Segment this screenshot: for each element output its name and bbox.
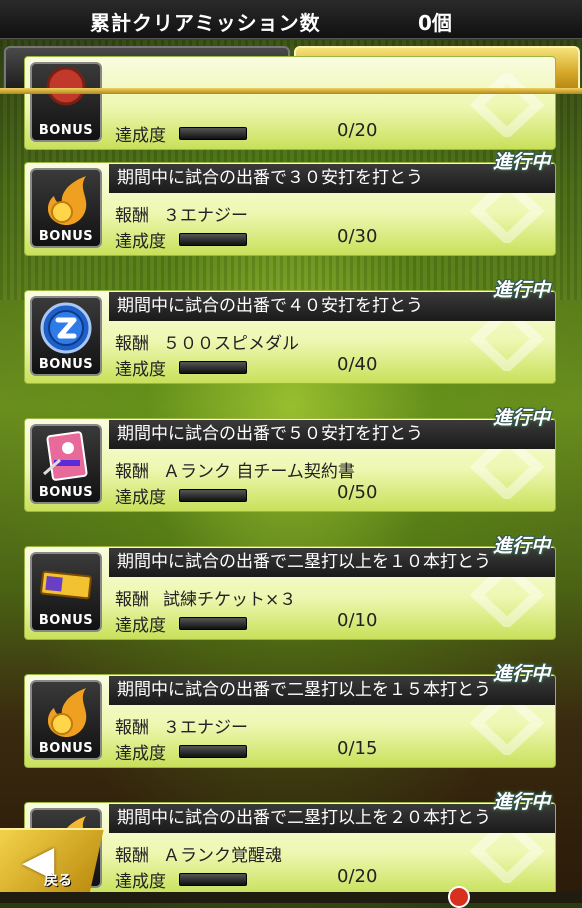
reward-value: ３エナジー: [163, 206, 248, 226]
mission-card[interactable]: 期間中に試合の出番で二塁打以上を２０本打とう 報酬 Ａランク覚醒魂 達成度 0/2…: [24, 791, 556, 896]
reward-text: 報酬 Ａランク 自チーム契約書: [115, 457, 355, 482]
progress-bar: [179, 361, 247, 374]
reward-text: 報酬 ３エナジー: [115, 201, 248, 226]
flame-energy-icon: [47, 688, 87, 738]
red-medal-icon: [46, 68, 86, 106]
mission-title: 期間中に試合の出番で３０安打を打とう: [109, 164, 555, 193]
total-cleared-label: 累計クリアミッション数: [90, 11, 321, 35]
total-cleared-value: 0個: [418, 11, 452, 35]
reward-value: ５００スピメダル: [163, 334, 299, 354]
reward-value: Ａランク 自チーム契約書: [163, 462, 355, 482]
reward-text: 報酬 ３エナジー: [115, 713, 248, 738]
progress-label: 達成度: [115, 616, 166, 636]
back-button[interactable]: ◀ 戻る: [0, 828, 104, 894]
reward-value: 試練チケット×３: [163, 590, 297, 610]
card-body: 期間中に試合の出番で５０安打を打とう 報酬 Ａランク 自チーム契約書 達成度 0/…: [24, 418, 556, 512]
bonus-label: BONUS: [38, 485, 94, 500]
notification-dot-icon[interactable]: [448, 886, 470, 908]
progress-label: 達成度: [115, 126, 166, 146]
contract-card-icon: [43, 431, 88, 481]
reward-icon: BONUS: [30, 552, 102, 632]
bottom-menu-strip: [0, 892, 582, 903]
reward-icon: BONUS: [30, 168, 102, 248]
bonus-label: BONUS: [38, 741, 94, 756]
progress-count: 0/40: [337, 354, 378, 375]
reward-value: Ａランク覚醒魂: [163, 846, 282, 866]
reward-label: 報酬: [115, 718, 149, 738]
progress-label: 達成度: [115, 232, 166, 252]
status-badge: 進行中: [492, 791, 550, 813]
mission-title: 期間中に試合の出番で５０安打を打とう: [109, 420, 555, 449]
status-badge: 進行中: [492, 279, 550, 301]
bonus-label: BONUS: [38, 229, 94, 244]
card-body: 期間中に試合の出番で３０安打を打とう 報酬 ３エナジー 達成度 0/30: [24, 162, 556, 256]
progress-bar: [179, 745, 247, 758]
progress-bar: [179, 127, 247, 140]
reward-icon: BONUS: [30, 424, 102, 504]
mission-card[interactable]: 期間中に試合の出番で二塁打以上を１０本打とう 報酬 試練チケット×３ 達成度 0/…: [24, 535, 556, 640]
card-body: 期間中に試合の出番で二塁打以上を１５本打とう 報酬 ３エナジー 達成度 0/15: [24, 674, 556, 768]
progress-count: 0/15: [337, 738, 378, 759]
progress-count: 0/50: [337, 482, 378, 503]
mission-card[interactable]: 期間中に試合の出番で５０安打を打とう 報酬 Ａランク 自チーム契約書 達成度 0/…: [24, 407, 556, 512]
progress-count: 0/20: [337, 120, 378, 141]
bonus-label: BONUS: [38, 357, 94, 372]
progress-count: 0/20: [337, 866, 378, 887]
reward-text: 報酬 Ａランク覚醒魂: [115, 841, 282, 866]
mission-title: 期間中に試合の出番で二塁打以上を１５本打とう: [109, 676, 555, 705]
mission-title: 期間中に試合の出番で二塁打以上を２０本打とう: [109, 804, 555, 833]
reward-text: 報酬 ５００スピメダル: [115, 329, 299, 354]
mission-card-partial[interactable]: 達成度 0/20 BONUS: [24, 56, 556, 150]
progress-label: 達成度: [115, 360, 166, 380]
trial-ticket-icon: [40, 570, 92, 600]
reward-icon: BONUS: [30, 62, 102, 142]
status-badge: 進行中: [492, 151, 550, 173]
progress-bar: [179, 617, 247, 630]
mission-title: 期間中に試合の出番で二塁打以上を１０本打とう: [109, 548, 555, 577]
card-body: 期間中に試合の出番で４０安打を打とう 報酬 ５００スピメダル 達成度 0/40: [24, 290, 556, 384]
mission-card[interactable]: 期間中に試合の出番で４０安打を打とう 報酬 ５００スピメダル 達成度 0/40 進…: [24, 279, 556, 384]
reward-value: ３エナジー: [163, 718, 248, 738]
progress-bar: [179, 489, 247, 502]
mission-count-header: 累計クリアミッション数 0個: [0, 0, 582, 39]
progress-bar: [179, 873, 247, 886]
bonus-label: BONUS: [38, 613, 94, 628]
flame-energy-icon: [47, 176, 87, 226]
reward-label: 報酬: [115, 462, 149, 482]
mission-card[interactable]: 期間中に試合の出番で３０安打を打とう 報酬 ３エナジー 達成度 0/30 進行中 …: [24, 151, 556, 256]
mission-card[interactable]: 期間中に試合の出番で二塁打以上を１５本打とう 報酬 ３エナジー 達成度 0/15 …: [24, 663, 556, 768]
card-body: 期間中に試合の出番で二塁打以上を１０本打とう 報酬 試練チケット×３ 達成度 0/…: [24, 546, 556, 640]
chevron-decoration-icon: [469, 73, 545, 137]
status-badge: 進行中: [492, 407, 550, 429]
reward-label: 報酬: [115, 206, 149, 226]
spi-medal-icon: [40, 302, 92, 354]
progress-bar: [179, 233, 247, 246]
progress-count: 0/30: [337, 226, 378, 247]
reward-icon: BONUS: [30, 680, 102, 760]
back-button-label: 戻る: [44, 873, 72, 889]
bonus-label: BONUS: [38, 123, 94, 138]
progress-label: 達成度: [115, 488, 166, 508]
reward-label: 報酬: [115, 846, 149, 866]
progress-label: 達成度: [115, 872, 166, 892]
progress-count: 0/10: [337, 610, 378, 631]
reward-label: 報酬: [115, 334, 149, 354]
reward-label: 報酬: [115, 590, 149, 610]
reward-text: 報酬 試練チケット×３: [115, 585, 296, 610]
card-body: 期間中に試合の出番で二塁打以上を２０本打とう 報酬 Ａランク覚醒魂 達成度 0/2…: [24, 802, 556, 896]
card-body: 達成度 0/20: [24, 56, 556, 150]
progress-label: 達成度: [115, 744, 166, 764]
status-badge: 進行中: [492, 663, 550, 685]
reward-icon: BONUS: [30, 296, 102, 376]
status-badge: 進行中: [492, 535, 550, 557]
mission-title: 期間中に試合の出番で４０安打を打とう: [109, 292, 555, 321]
tab-underline: [0, 88, 582, 94]
